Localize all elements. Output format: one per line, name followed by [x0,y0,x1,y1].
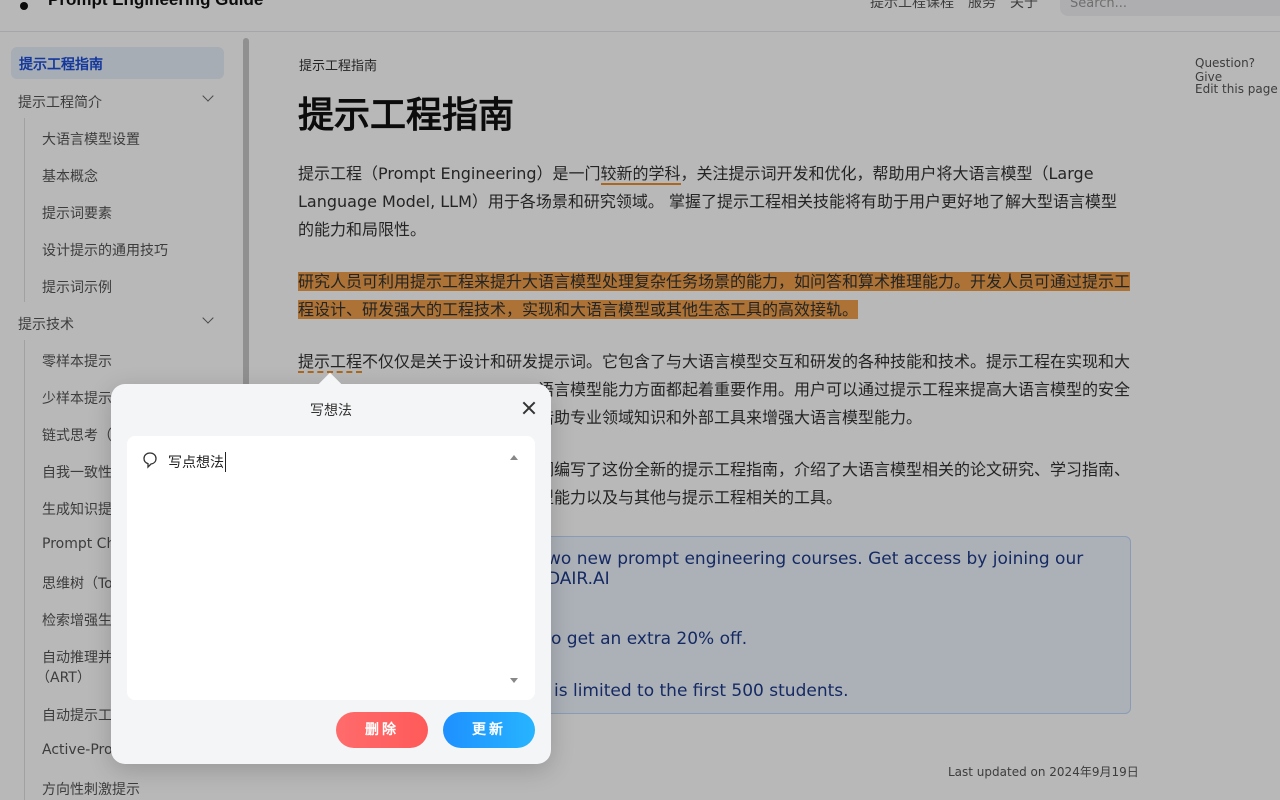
scroll-up-icon[interactable] [510,455,518,460]
thought-dialog: 写想法 写点想法 删除 更新 [111,372,551,764]
dialog-title: 写想法 [310,403,352,419]
textarea-value: 写点想法 [168,452,226,472]
delete-button[interactable]: 删除 [336,712,428,748]
update-button[interactable]: 更新 [443,712,535,748]
scroll-down-icon[interactable] [510,678,518,683]
close-icon[interactable] [521,400,537,416]
thought-textarea[interactable]: 写点想法 [127,436,535,700]
thought-bubble-icon [143,452,157,469]
